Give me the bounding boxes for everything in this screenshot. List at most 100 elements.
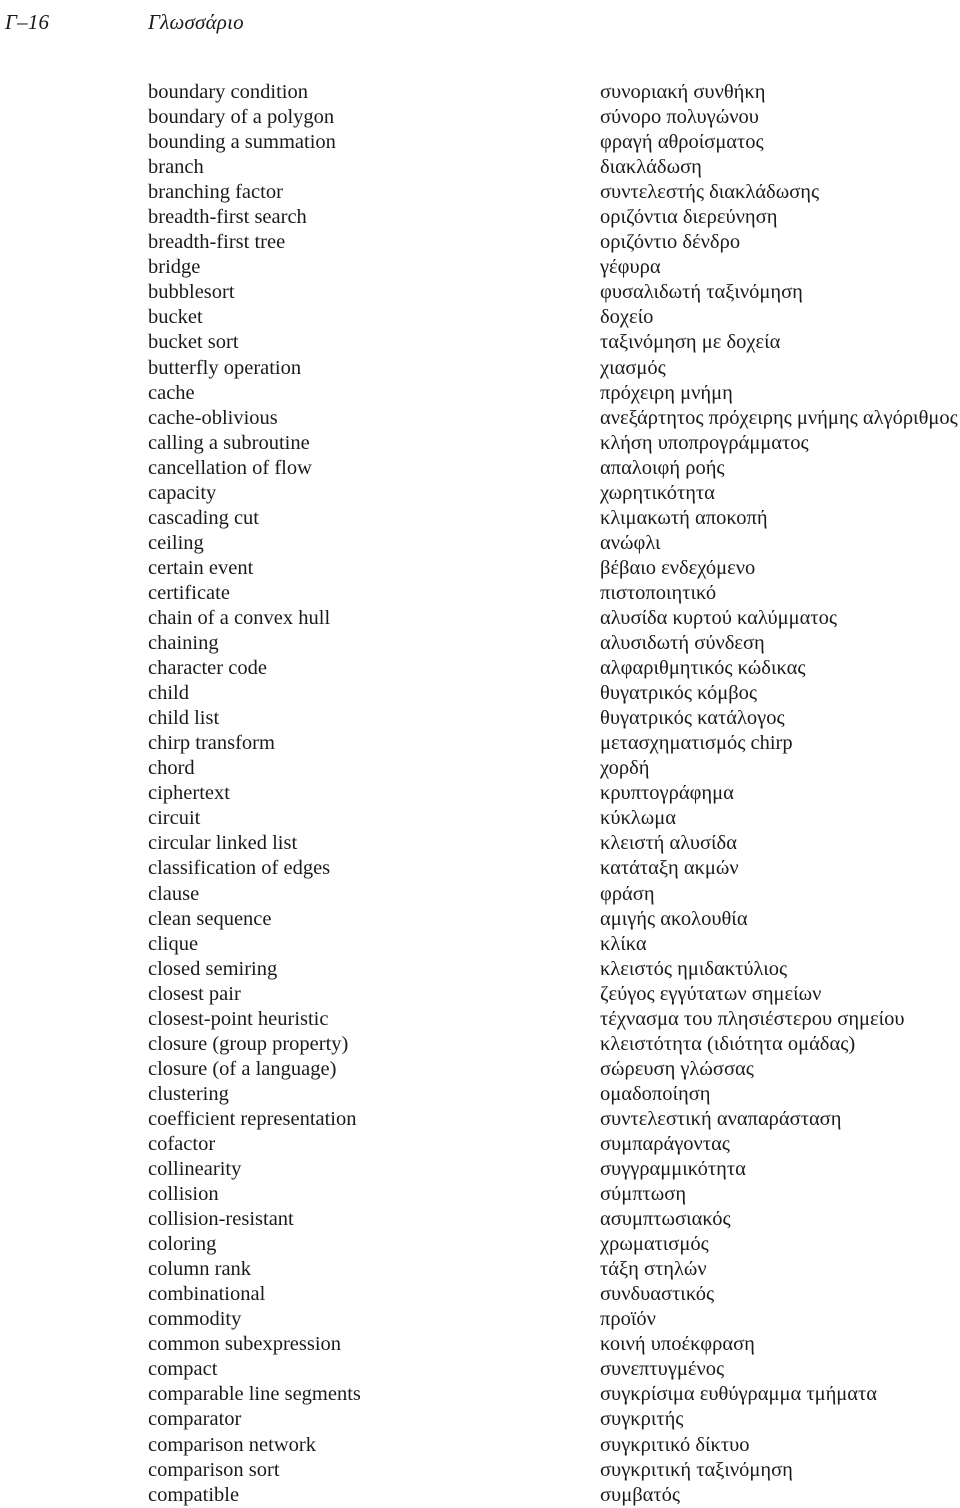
glossary-term-english: cache [148,381,195,404]
glossary-term-greek: ανεξάρτητος πρόχειρης μνήμης αλγόριθμος [600,406,958,429]
glossary-entry: coefficient representation συντελεστική α… [0,1107,960,1132]
glossary-entry: coloring χρωματισμός [0,1232,960,1257]
glossary-entry: cofactor συμπαράγοντας [0,1132,960,1157]
glossary-term-greek: συνεπτυγμένος [600,1358,725,1381]
glossary-term-english: circular linked list [148,832,298,855]
glossary-entry: capacity χωρητικότητα [0,481,960,506]
glossary-term-english: chain of a convex hull [148,606,331,629]
glossary-term-greek: ομαδοποίηση [600,1082,711,1105]
glossary-term-greek: ζεύγος εγγύτατων σημείων [600,982,822,1005]
glossary-term-english: clustering [148,1082,229,1105]
glossary-term-english: closest-point heuristic [148,1007,329,1030]
glossary-term-english: coefficient representation [148,1107,357,1130]
glossary-term-english: closest pair [148,982,241,1005]
glossary-term-english: collision [148,1183,219,1206]
glossary-entry: clustering ομαδοποίηση [0,1082,960,1107]
glossary-term-greek: θυγατρικός κατάλογος [600,707,785,730]
glossary-entry: comparison sort συγκριτική ταξινόμηση [0,1458,960,1483]
glossary-entry: bridge γέφυρα [0,255,960,280]
glossary-term-greek: κλιμακωτή αποκοπή [600,506,768,529]
glossary-term-english: coloring [148,1233,217,1256]
glossary-entry: clean sequence αμιγής ακολουθία [0,907,960,932]
glossary-term-greek: κύκλωμα [600,807,676,830]
glossary-entry: collision-resistant ασυμπτωσιακός [0,1207,960,1232]
glossary-entry: closest pair ζεύγος εγγύτατων σημείων [0,982,960,1007]
glossary-term-english: certificate [148,581,230,604]
glossary-term-greek: συγγραμμικότητα [600,1158,746,1181]
glossary-term-english: chaining [148,632,219,655]
glossary-entry: combinational συνδυαστικός [0,1282,960,1307]
glossary-term-greek: ανώφλι [600,531,661,554]
glossary-term-greek: οριζόντια διερεύνηση [600,206,778,229]
glossary-term-greek: προϊόν [600,1308,656,1331]
glossary-entry: comparator συγκριτής [0,1407,960,1432]
glossary-entry: collision σύμπτωση [0,1182,960,1207]
glossary-term-greek: ασυμπτωσιακός [600,1208,731,1231]
glossary-term-english: chirp transform [148,732,275,755]
glossary-term-greek: σύμπτωση [600,1183,687,1206]
glossary-term-english: branch [148,156,204,179]
glossary-term-greek: συγκρίσιμα ευθύγραμμα τμήματα [600,1383,878,1406]
glossary-entry: bounding a summation φραγή αθροίσματος [0,130,960,155]
glossary-term-english: certain event [148,556,254,579]
glossary-term-greek: χωρητικότητα [600,481,715,504]
glossary-term-english: character code [148,657,267,680]
glossary-term-english: child [148,682,189,705]
glossary-term-greek: φυσαλιδωτή ταξινόμηση [600,281,803,304]
glossary-entry: clause φράση [0,882,960,907]
glossary-entry: compatible συμβατός [0,1483,960,1508]
glossary-entry: common subexpression κοινή υποέκφραση [0,1332,960,1357]
page-folio: Γ–16 [5,10,50,34]
glossary-term-greek: ταξινόμηση με δοχεία [600,331,781,354]
glossary-term-english: cache-oblivious [148,406,278,429]
glossary-term-english: boundary condition [148,81,308,103]
glossary-entry: character code αλφαριθμητικός κώδικας [0,656,960,681]
glossary-term-english: bubblesort [148,281,235,304]
glossary-entry: breadth-first search οριζόντια διερεύνηση [0,205,960,230]
glossary-term-english: cascading cut [148,506,259,529]
glossary-term-greek: κρυπτογράφημα [600,782,734,805]
glossary-entry: classification of edges κατάταξη ακμών [0,856,960,881]
glossary-entry: calling a subroutine κλήση υποπρογράμματο… [0,431,960,456]
glossary-term-english: comparator [148,1408,242,1431]
glossary-term-english: ceiling [148,531,204,554]
glossary-term-greek: τάξη στηλών [600,1258,707,1281]
glossary-term-greek: αλυσίδα κυρτού καλύμματος [600,606,837,629]
page-title: Γλωσσάριο [148,10,244,34]
glossary-term-greek: συγκριτική ταξινόμηση [600,1458,793,1481]
glossary-entry: certain event βέβαιο ενδεχόμενο [0,556,960,581]
glossary-term-greek: πρόχειρη μνήμη [600,381,733,404]
glossary-term-english: comparison network [148,1433,316,1456]
glossary-entry: closure (group property) κλειστότητα (ιδι… [0,1032,960,1057]
glossary-term-english: clean sequence [148,907,272,930]
glossary-term-english: cofactor [148,1132,216,1155]
glossary-term-greek: μετασχηματισμός chirp [600,732,793,755]
glossary-entry: butterfly operation χιασμός [0,356,960,381]
glossary-entry: boundary of a polygon σύνορο πολυγώνου [0,105,960,130]
glossary-term-greek: συγκριτής [600,1408,684,1431]
glossary-entry: circular linked list κλειστή αλυσίδα [0,831,960,856]
glossary-entry: chirp transform μετασχηματισμός chirp [0,731,960,756]
glossary-term-greek: βέβαιο ενδεχόμενο [600,556,756,579]
glossary-term-english: closed semiring [148,957,278,980]
glossary-entry: child list θυγατρικός κατάλογος [0,706,960,731]
glossary-term-english: bridge [148,256,201,279]
glossary-entry: child θυγατρικός κόμβος [0,681,960,706]
glossary-term-english: compact [148,1358,218,1381]
glossary-term-english: chord [148,757,195,780]
glossary-term-english: common subexpression [148,1333,342,1356]
glossary-term-english: breadth-first tree [148,231,286,254]
glossary-entry: clique κλίκα [0,932,960,957]
glossary-term-greek: συντελεστής διακλάδωσης [600,181,820,204]
glossary-term-english: cancellation of flow [148,456,312,479]
glossary-term-english: calling a subroutine [148,431,310,454]
glossary-entry: branch διακλάδωση [0,155,960,180]
glossary-term-english: breadth-first search [148,206,307,229]
glossary-term-greek: κλειστός ημιδακτύλιος [600,957,788,980]
glossary-term-greek: κλίκα [600,932,647,955]
glossary-term-english: commodity [148,1308,242,1331]
glossary-entry: column rank τάξη στηλών [0,1257,960,1282]
glossary-term-english: closure (of a language) [148,1057,337,1080]
glossary-entry: cascading cut κλιμακωτή αποκοπή [0,506,960,531]
glossary-entry: cache-oblivious ανεξάρτητος πρόχειρης μνή… [0,406,960,431]
